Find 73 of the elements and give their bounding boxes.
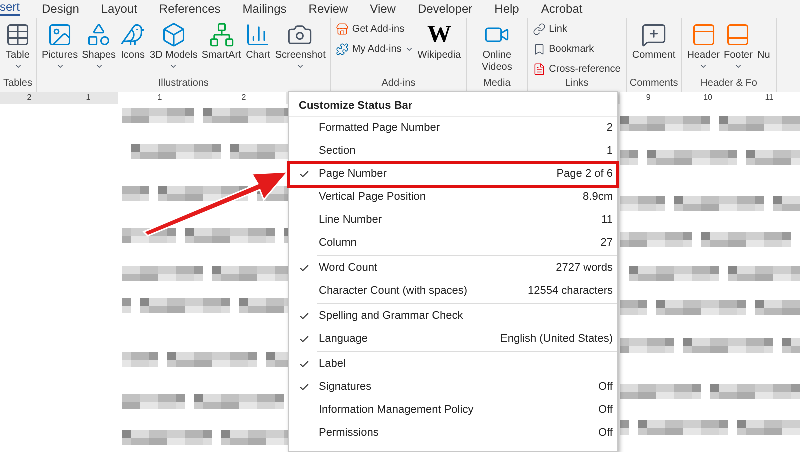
document-icon: [533, 62, 546, 76]
bar-chart-icon: [245, 22, 272, 48]
wikipedia-logo: W: [427, 23, 452, 47]
menu-item[interactable]: Signatures Off: [289, 376, 617, 399]
group-label: Tables: [4, 78, 32, 91]
menu-title: Customize Status Bar: [298, 99, 414, 114]
ribbon-button[interactable]: W Wikipedia: [416, 18, 464, 76]
menu-item[interactable]: Label: [289, 353, 617, 376]
ribbon-button[interactable]: Icons: [118, 18, 148, 76]
bird-icon: [120, 22, 146, 48]
cube-icon: [160, 22, 187, 48]
ribbon-tab[interactable]: Acrobat: [541, 2, 583, 16]
menu-item[interactable]: Section 1: [289, 140, 617, 163]
ribbon-button[interactable]: Screenshot: [273, 18, 328, 76]
shapes-icon: [86, 22, 112, 48]
link-icon: [533, 22, 546, 36]
ribbon-button[interactable]: My Add-ins: [334, 40, 416, 58]
menu-item[interactable]: Word Count 2727 words: [289, 257, 617, 280]
ruler-number: 9: [646, 92, 651, 104]
ribbon-button[interactable]: 3D Models: [148, 18, 200, 76]
menu-item[interactable]: Information Management Policy Off: [289, 399, 617, 422]
ribbon-tab[interactable]: Help: [494, 2, 520, 16]
ribbon-tab[interactable]: Design: [42, 2, 80, 16]
image-icon: [47, 22, 74, 48]
ruler-number: 2: [242, 92, 246, 104]
menu-item[interactable]: Formatted Page Number 2: [289, 117, 617, 140]
menu-item[interactable]: Language English (United States): [289, 328, 617, 351]
menu-item[interactable]: Character Count (with spaces) 12554 characters: [289, 280, 617, 303]
group-label: Header & Fo: [700, 78, 758, 91]
ribbon-tab[interactable]: Layout: [101, 2, 138, 16]
ribbon-button[interactable]: Table: [3, 18, 33, 76]
ribbon-button[interactable]: Chart: [243, 18, 274, 76]
ruler-number: 11: [765, 92, 774, 104]
bookmark-icon: [533, 42, 546, 56]
ribbon-button[interactable]: Cross-reference: [531, 60, 623, 78]
ribbon-tab[interactable]: Review: [308, 2, 348, 16]
comment-icon: [641, 22, 668, 48]
diagram-icon: [208, 22, 235, 48]
page-header-icon: [690, 22, 717, 48]
store-icon: [336, 22, 350, 36]
ruler-number: 1: [158, 92, 162, 104]
ribbon-button[interactable]: Nu: [754, 18, 773, 76]
menu-item[interactable]: Spelling and Grammar Check: [289, 305, 617, 328]
ribbon-tab[interactable]: References: [159, 2, 221, 16]
table-icon: [5, 22, 31, 48]
group-label: Comments: [630, 78, 678, 91]
ribbon-button[interactable]: Comment: [630, 18, 678, 76]
ruler-number: 2: [27, 92, 32, 104]
ribbon-button[interactable]: Pictures: [40, 18, 80, 76]
puzzle-icon: [336, 42, 350, 56]
ribbon-button[interactable]: SmartArt: [200, 18, 244, 76]
ribbon-button[interactable]: Link: [531, 20, 623, 38]
menu-item[interactable]: Page Number Page 2 of 6: [289, 163, 617, 186]
menu-item[interactable]: Permissions Off: [289, 422, 617, 445]
ribbon-button[interactable]: Footer: [722, 18, 755, 76]
ribbon-tab[interactable]: Mailings: [242, 2, 287, 16]
group-label: Illustrations: [158, 78, 209, 91]
group-label: Media: [484, 78, 511, 91]
ribbon-button[interactable]: Header: [685, 18, 722, 76]
ribbon-tab[interactable]: View: [370, 2, 396, 16]
ribbon-button[interactable]: Online Videos: [470, 18, 524, 76]
group-label: Add-ins: [382, 78, 416, 91]
menu-item[interactable]: Line Number 11: [289, 209, 617, 232]
page-footer-icon: [725, 22, 752, 48]
ribbon-button[interactable]: Bookmark: [531, 40, 623, 58]
ruler-number: 1: [86, 92, 91, 104]
menu-item[interactable]: Column 27: [289, 232, 617, 255]
ribbon-button[interactable]: Shapes: [80, 18, 118, 76]
ribbon-tab[interactable]: Developer: [418, 2, 473, 16]
ruler-number: 10: [704, 92, 712, 104]
menu-item[interactable]: Vertical Page Position 8.9cm: [289, 186, 617, 209]
ribbon-button[interactable]: Get Add-ins: [334, 20, 416, 38]
group-label: Links: [565, 78, 589, 91]
